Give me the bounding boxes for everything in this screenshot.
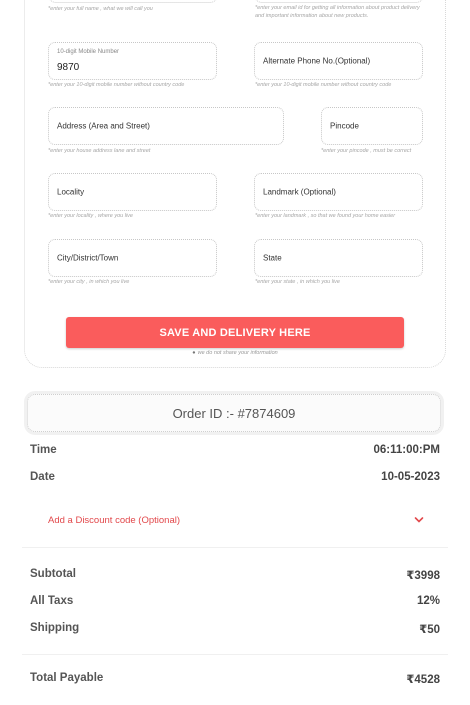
total-payable-row: Total Payable ₹4528: [30, 672, 440, 692]
mobile-number-label: 10-digit Mobile Number: [57, 49, 120, 55]
lock-icon: ●: [192, 350, 196, 356]
city-hint: *enter your city , in which you live: [48, 279, 130, 285]
secure-note: ● we do not share your information: [0, 350, 470, 356]
state-label: State: [263, 253, 282, 263]
state-hint: *enter your state , in which you live: [255, 279, 340, 285]
taxes-value: 12%: [416, 595, 440, 607]
alternate-phone-label: Alternate Phone No.(Optional): [263, 56, 371, 66]
city-label: City/District/Town: [57, 253, 119, 263]
landmark-hint: *enter your landmark , so that we found …: [255, 213, 396, 219]
landmark-label: Landmark (Optional): [263, 187, 336, 197]
chevron-down-icon[interactable]: [414, 515, 424, 527]
address-label: Address (Area and Street): [57, 121, 150, 131]
time-label: Time: [30, 444, 57, 456]
email-hint: *enter your email id for getting all inf…: [255, 5, 420, 19]
full-name-hint: *enter your full name , what we will cal…: [48, 6, 153, 12]
address-field[interactable]: Address (Area and Street): [48, 107, 284, 145]
alternate-phone-hint: *enter your 10-digit mobile number witho…: [255, 82, 392, 88]
locality-label: Locality: [57, 187, 85, 197]
address-hint: *enter your house address lane and stree…: [48, 148, 151, 154]
mobile-number-hint: *enter your 10-digit mobile number witho…: [48, 82, 185, 88]
state-field[interactable]: State: [254, 239, 423, 277]
locality-hint: *enter your locality , where you live: [48, 213, 133, 219]
subtotal-label: Subtotal: [30, 568, 76, 580]
shipping-row: Shipping ₹50: [30, 622, 440, 642]
taxes-row: All Taxs 12%: [30, 595, 440, 615]
divider: [22, 547, 448, 548]
secure-note-text: we do not share your information: [197, 350, 278, 356]
subtotal-row: Subtotal ₹3998: [30, 568, 440, 588]
mobile-number-field[interactable]: 10-digit Mobile Number 9870: [48, 42, 217, 80]
discount-code-label: Add a Discount code (Optional): [48, 515, 181, 526]
email-field[interactable]: [254, 0, 424, 3]
divider: [22, 654, 448, 655]
alternate-phone-field[interactable]: Alternate Phone No.(Optional): [254, 42, 423, 80]
total-payable-value: ₹4528: [406, 674, 440, 686]
shipping-value: ₹50: [419, 624, 440, 636]
shipping-label: Shipping: [30, 622, 80, 634]
time-value: 06:11:00:PM: [373, 444, 440, 456]
date-row: Date 10-05-2023: [30, 471, 440, 491]
mobile-number-value: 9870: [57, 62, 80, 73]
landmark-field[interactable]: Landmark (Optional): [254, 173, 423, 211]
pincode-hint: *enter your pincode , must be correct: [321, 148, 412, 154]
full-name-field[interactable]: [48, 0, 218, 3]
discount-code-toggle[interactable]: Add a Discount code (Optional): [48, 515, 424, 529]
order-id-box: Order ID :- #7874609: [27, 394, 441, 432]
time-row: Time 06:11:00:PM: [30, 444, 440, 464]
total-payable-label: Total Payable: [30, 672, 104, 684]
date-value: 10-05-2023: [381, 471, 440, 483]
save-and-deliver-button[interactable]: SAVE AND DELIVERY HERE: [66, 317, 404, 348]
taxes-label: All Taxs: [30, 595, 74, 607]
pincode-field[interactable]: Pincode: [321, 107, 423, 145]
pincode-label: Pincode: [330, 121, 359, 131]
city-field[interactable]: City/District/Town: [48, 239, 217, 277]
locality-field[interactable]: Locality: [48, 173, 217, 211]
date-label: Date: [30, 471, 55, 483]
subtotal-value: ₹3998: [406, 570, 440, 582]
